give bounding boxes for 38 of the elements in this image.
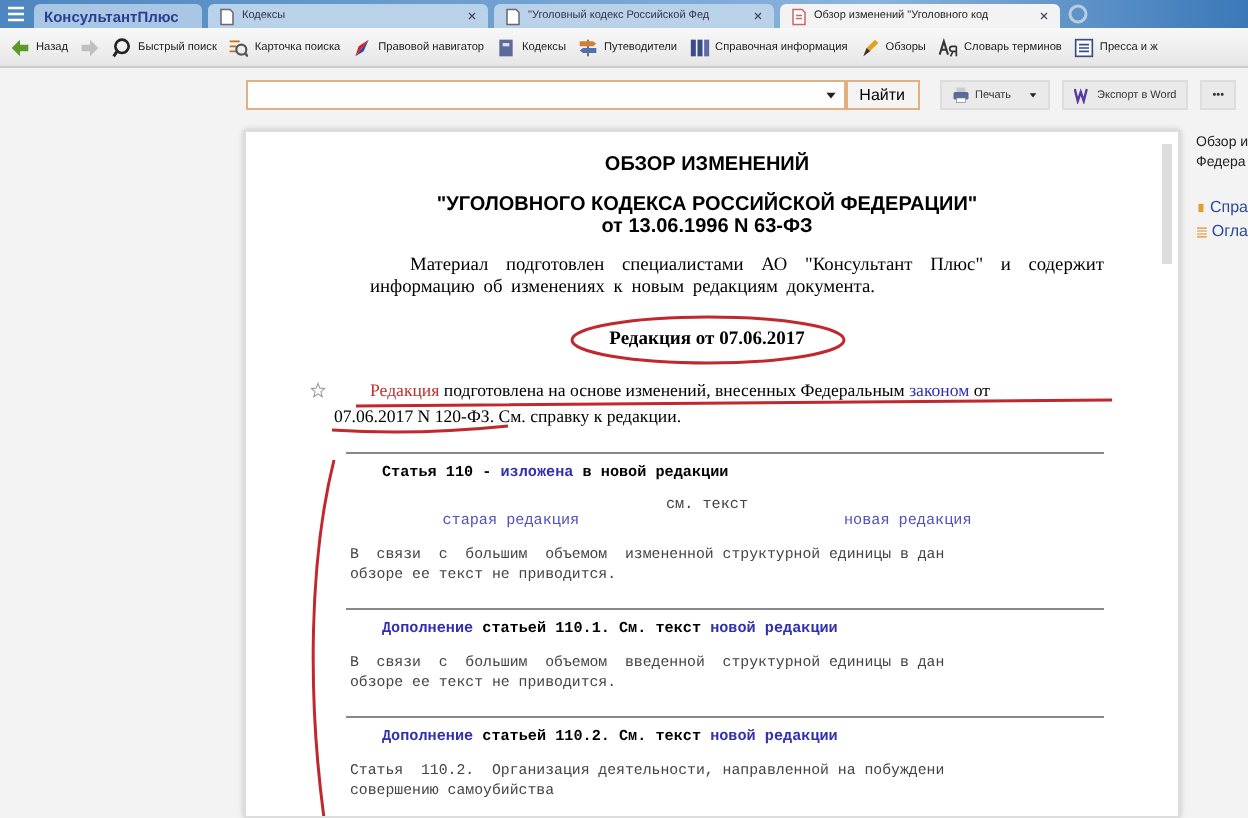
- star-icon[interactable]: [310, 382, 326, 398]
- note-icon: [1196, 199, 1206, 215]
- arrow-right-icon: [80, 37, 101, 57]
- paragraph: Материал подготовлен специалистами АО "Консультант Плюс" и содержит информацию об изменениях к новым редакциям документа.: [368, 256, 1104, 300]
- newspaper-icon: [1073, 37, 1094, 57]
- caret-icon: [1027, 90, 1038, 100]
- document-subtitle: от 13.06.1996 N 63-ФЗ: [599, 216, 815, 238]
- new-tab-icon: [1066, 2, 1090, 26]
- word-letter-icon: [1073, 86, 1092, 104]
- pen-icon: [859, 37, 880, 57]
- menu-icon: [4, 2, 28, 26]
- link[interactable]: законом: [909, 380, 970, 400]
- close-icon[interactable]: [466, 10, 478, 22]
- binders-icon: [689, 37, 710, 57]
- scrollbar[interactable]: [1162, 144, 1172, 264]
- arrow-left-icon: [10, 37, 30, 57]
- edition-date: Редакция от 07.06.2017: [609, 322, 805, 358]
- search-icon: [112, 37, 133, 57]
- printer-icon: [951, 86, 969, 104]
- signpost-icon: [578, 37, 598, 57]
- document-icon: [790, 7, 808, 25]
- sidebar-link[interactable]: Спра: [1196, 198, 1248, 216]
- compass-needle-icon: [352, 37, 373, 57]
- magnifier-list-icon: [228, 37, 249, 57]
- link[interactable]: Редакция: [370, 380, 440, 400]
- paragraph: Редакция подготовлена на основе изменений, внесенных Федеральным законом от 07.06.2017 N 120-ФЗ. См. справку к редакции.: [334, 378, 1104, 430]
- search-button[interactable]: Найти: [845, 80, 919, 110]
- document-title: ОБЗОР ИЗМЕНЕНИЙ: [602, 154, 812, 176]
- text: 07.06.2017 N 120-ФЗ.: [334, 404, 495, 430]
- dropdown-caret-icon[interactable]: [823, 88, 838, 102]
- close-icon[interactable]: [752, 10, 764, 22]
- close-icon[interactable]: [1038, 10, 1050, 22]
- search-field[interactable]: [246, 80, 846, 110]
- sidebar-link[interactable]: Огла: [1196, 222, 1248, 240]
- document-subtitle: "УГОЛОВНОГО КОДЕКСА РОССИЙСКОЙ ФЕДЕРАЦИИ": [434, 194, 980, 216]
- list-icon: [1196, 223, 1208, 239]
- letters-icon: [937, 37, 958, 57]
- book-icon: [496, 37, 517, 57]
